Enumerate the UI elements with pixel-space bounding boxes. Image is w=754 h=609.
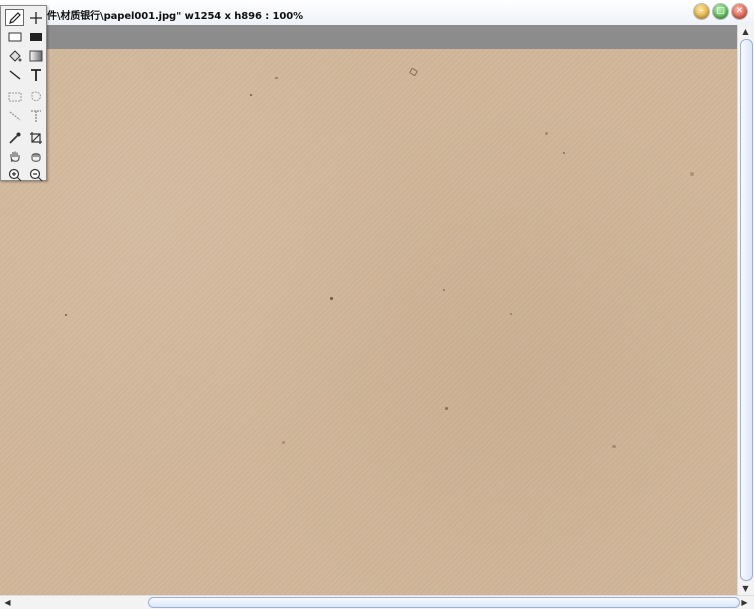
line-select-icon: [9, 110, 20, 121]
text-icon: [30, 68, 41, 81]
paper-speck: [443, 289, 445, 291]
paint-bucket-tool[interactable]: [5, 47, 24, 64]
horizontal-scroll-thumb[interactable]: [148, 597, 740, 608]
paper-speck: [445, 407, 448, 410]
paint-bucket-icon: [8, 49, 21, 62]
horizontal-scrollbar[interactable]: ◀ ▶: [0, 595, 754, 609]
scroll-down-icon[interactable]: ▼: [738, 582, 753, 594]
lasso-tool[interactable]: [26, 88, 45, 105]
filled-rectangle-icon: [29, 32, 42, 41]
lasso-icon: [31, 90, 41, 101]
image-canvas[interactable]: [0, 49, 737, 595]
line-icon: [9, 69, 20, 80]
vertical-scrollbar[interactable]: ▲ ▼: [737, 25, 754, 595]
grab-hand-icon: [31, 152, 40, 162]
gradient-icon: [29, 50, 42, 61]
rectangle-tool[interactable]: [5, 28, 24, 45]
canvas-margin: [0, 25, 737, 49]
toolbox-palette: [0, 5, 47, 181]
eyedropper-icon: [8, 132, 20, 144]
rect-select-tool[interactable]: [5, 88, 24, 105]
crop-tool[interactable]: [26, 129, 45, 146]
paper-speck: [275, 77, 278, 79]
text-select-icon: [30, 109, 41, 122]
paper-speck: [612, 445, 616, 448]
zoom-out-tool[interactable]: [26, 166, 45, 183]
title-bar: 件\材质银行\papel001.jpg" w1254 x h896 : 100%…: [0, 0, 754, 26]
filled-rectangle-tool[interactable]: [26, 28, 45, 45]
pencil-tool[interactable]: [5, 9, 24, 26]
move-cross-icon: [29, 11, 42, 24]
paper-speck: [65, 314, 67, 316]
crop-icon: [29, 131, 42, 144]
minimize-icon[interactable]: –: [694, 4, 709, 19]
close-icon[interactable]: ✕: [732, 4, 747, 19]
text-select-tool[interactable]: [26, 107, 45, 124]
paper-speck: [330, 297, 333, 300]
line-tool[interactable]: [5, 66, 24, 83]
paper-speck: [563, 152, 565, 154]
hand-icon: [10, 151, 19, 162]
paper-speck: [250, 94, 252, 96]
window-title: 件\材质银行\papel001.jpg" w1254 x h896 : 100%: [47, 11, 304, 22]
scroll-right-icon[interactable]: ▶: [737, 596, 752, 608]
pencil-icon: [8, 11, 21, 24]
paper-speck: [510, 313, 512, 315]
eyedropper-tool[interactable]: [5, 129, 24, 146]
vertical-scroll-thumb[interactable]: [740, 39, 753, 581]
line-select-tool[interactable]: [5, 107, 24, 124]
hand-tool[interactable]: [5, 148, 24, 165]
scroll-left-icon[interactable]: ◀: [0, 596, 15, 608]
zoom-in-icon: [8, 168, 21, 181]
grab-tool[interactable]: [26, 148, 45, 165]
text-tool[interactable]: [26, 66, 45, 83]
rectangle-outline-icon: [8, 32, 21, 41]
move-tool[interactable]: [26, 9, 45, 26]
zoom-in-tool[interactable]: [5, 166, 24, 183]
gradient-tool[interactable]: [26, 47, 45, 64]
maximize-icon[interactable]: □: [713, 4, 728, 19]
paper-speck: [282, 441, 285, 444]
paper-speck: [408, 67, 419, 77]
paper-speck: [690, 172, 694, 176]
rect-select-icon: [8, 92, 21, 101]
scroll-up-icon[interactable]: ▲: [738, 25, 753, 37]
paper-speck: [545, 132, 548, 135]
zoom-out-icon: [29, 168, 42, 181]
